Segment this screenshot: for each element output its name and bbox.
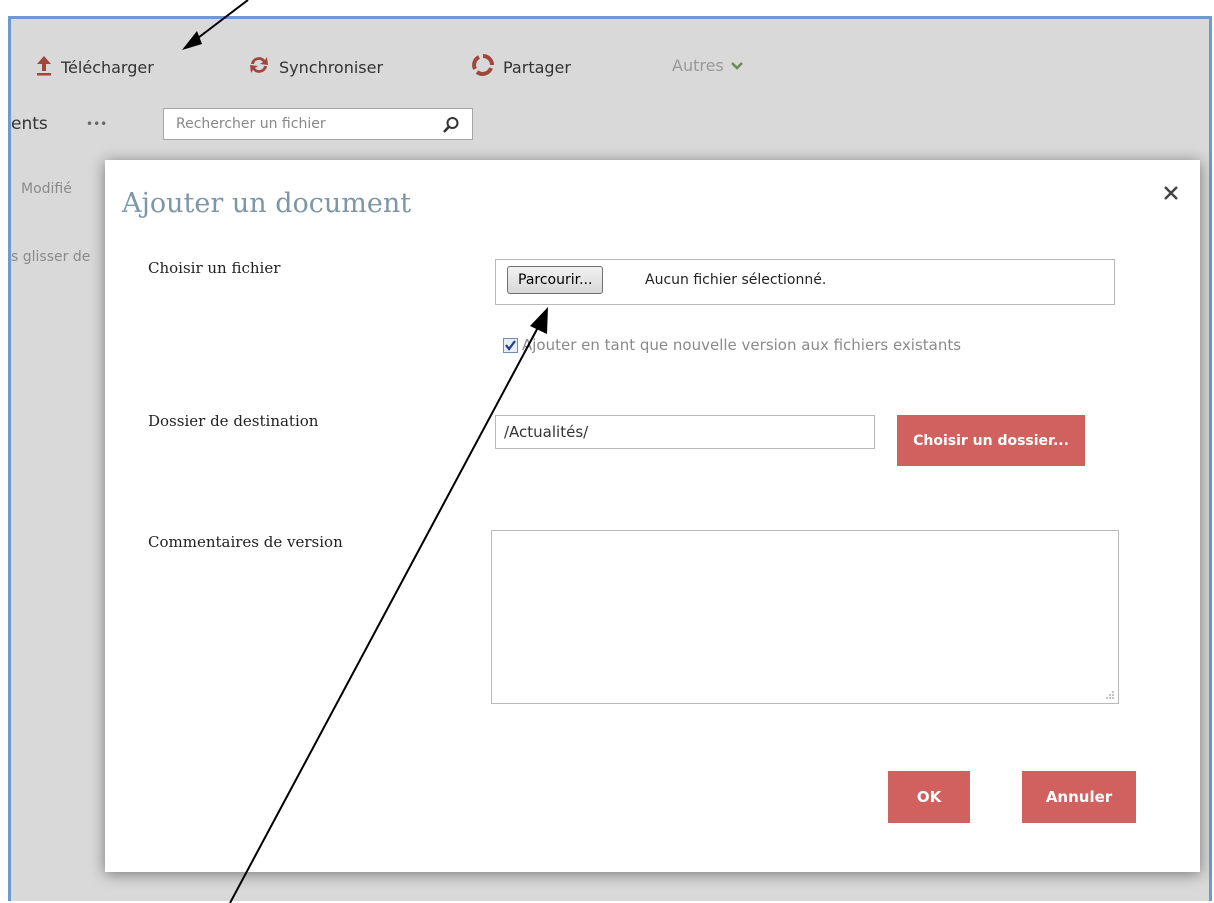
more-label: Autres: [672, 56, 724, 75]
modified-column-header[interactable]: Modifié: [21, 181, 72, 197]
sync-label: Synchroniser: [279, 57, 384, 77]
upload-arrow-icon: [35, 54, 61, 80]
more-menu[interactable]: Autres: [672, 56, 752, 75]
cancel-button[interactable]: Annuler: [1022, 771, 1136, 823]
drag-drop-hint: s glisser de: [11, 249, 91, 265]
new-version-option[interactable]: Ajouter en tant que nouvelle version aux…: [503, 336, 961, 354]
choose-file-label: Choisir un fichier: [148, 259, 281, 277]
new-version-label: Ajouter en tant que nouvelle version aux…: [522, 336, 962, 354]
upload-label: Télécharger: [61, 57, 154, 77]
destination-value: /Actualités/: [504, 423, 589, 441]
new-version-checkbox[interactable]: [503, 337, 518, 353]
add-document-dialog: Ajouter un document Choisir un fichier P…: [105, 160, 1200, 872]
ok-button[interactable]: OK: [888, 771, 970, 823]
search-box[interactable]: Rechercher un fichier: [163, 108, 473, 140]
resize-grip-icon[interactable]: [1105, 690, 1115, 700]
browse-button[interactable]: Parcourir...: [507, 266, 604, 294]
sync-button[interactable]: Synchroniser: [247, 54, 383, 80]
more-dots-button[interactable]: •••: [86, 117, 107, 131]
search-icon[interactable]: [442, 116, 460, 134]
file-input[interactable]: Parcourir... Aucun fichier sélectionné.: [495, 259, 1115, 305]
upload-button[interactable]: Télécharger: [35, 54, 154, 80]
close-icon[interactable]: [1160, 182, 1182, 204]
choose-folder-button[interactable]: Choisir un dossier...: [897, 415, 1085, 466]
share-label: Partager: [503, 57, 571, 77]
share-icon: [471, 53, 503, 81]
list-title-partial: ents: [11, 114, 48, 134]
sync-icon: [247, 54, 279, 80]
chevron-down-icon: [730, 56, 752, 75]
version-comments-textarea[interactable]: [491, 530, 1119, 704]
share-button[interactable]: Partager: [471, 53, 571, 81]
comments-label: Commentaires de version: [148, 533, 343, 551]
destination-label: Dossier de destination: [148, 412, 319, 430]
destination-field[interactable]: /Actualités/: [495, 415, 875, 449]
dialog-title: Ajouter un document: [122, 188, 412, 219]
search-input[interactable]: Rechercher un fichier: [176, 116, 326, 132]
checkmark-icon: [505, 339, 516, 351]
file-status-text: Aucun fichier sélectionné.: [645, 272, 827, 288]
